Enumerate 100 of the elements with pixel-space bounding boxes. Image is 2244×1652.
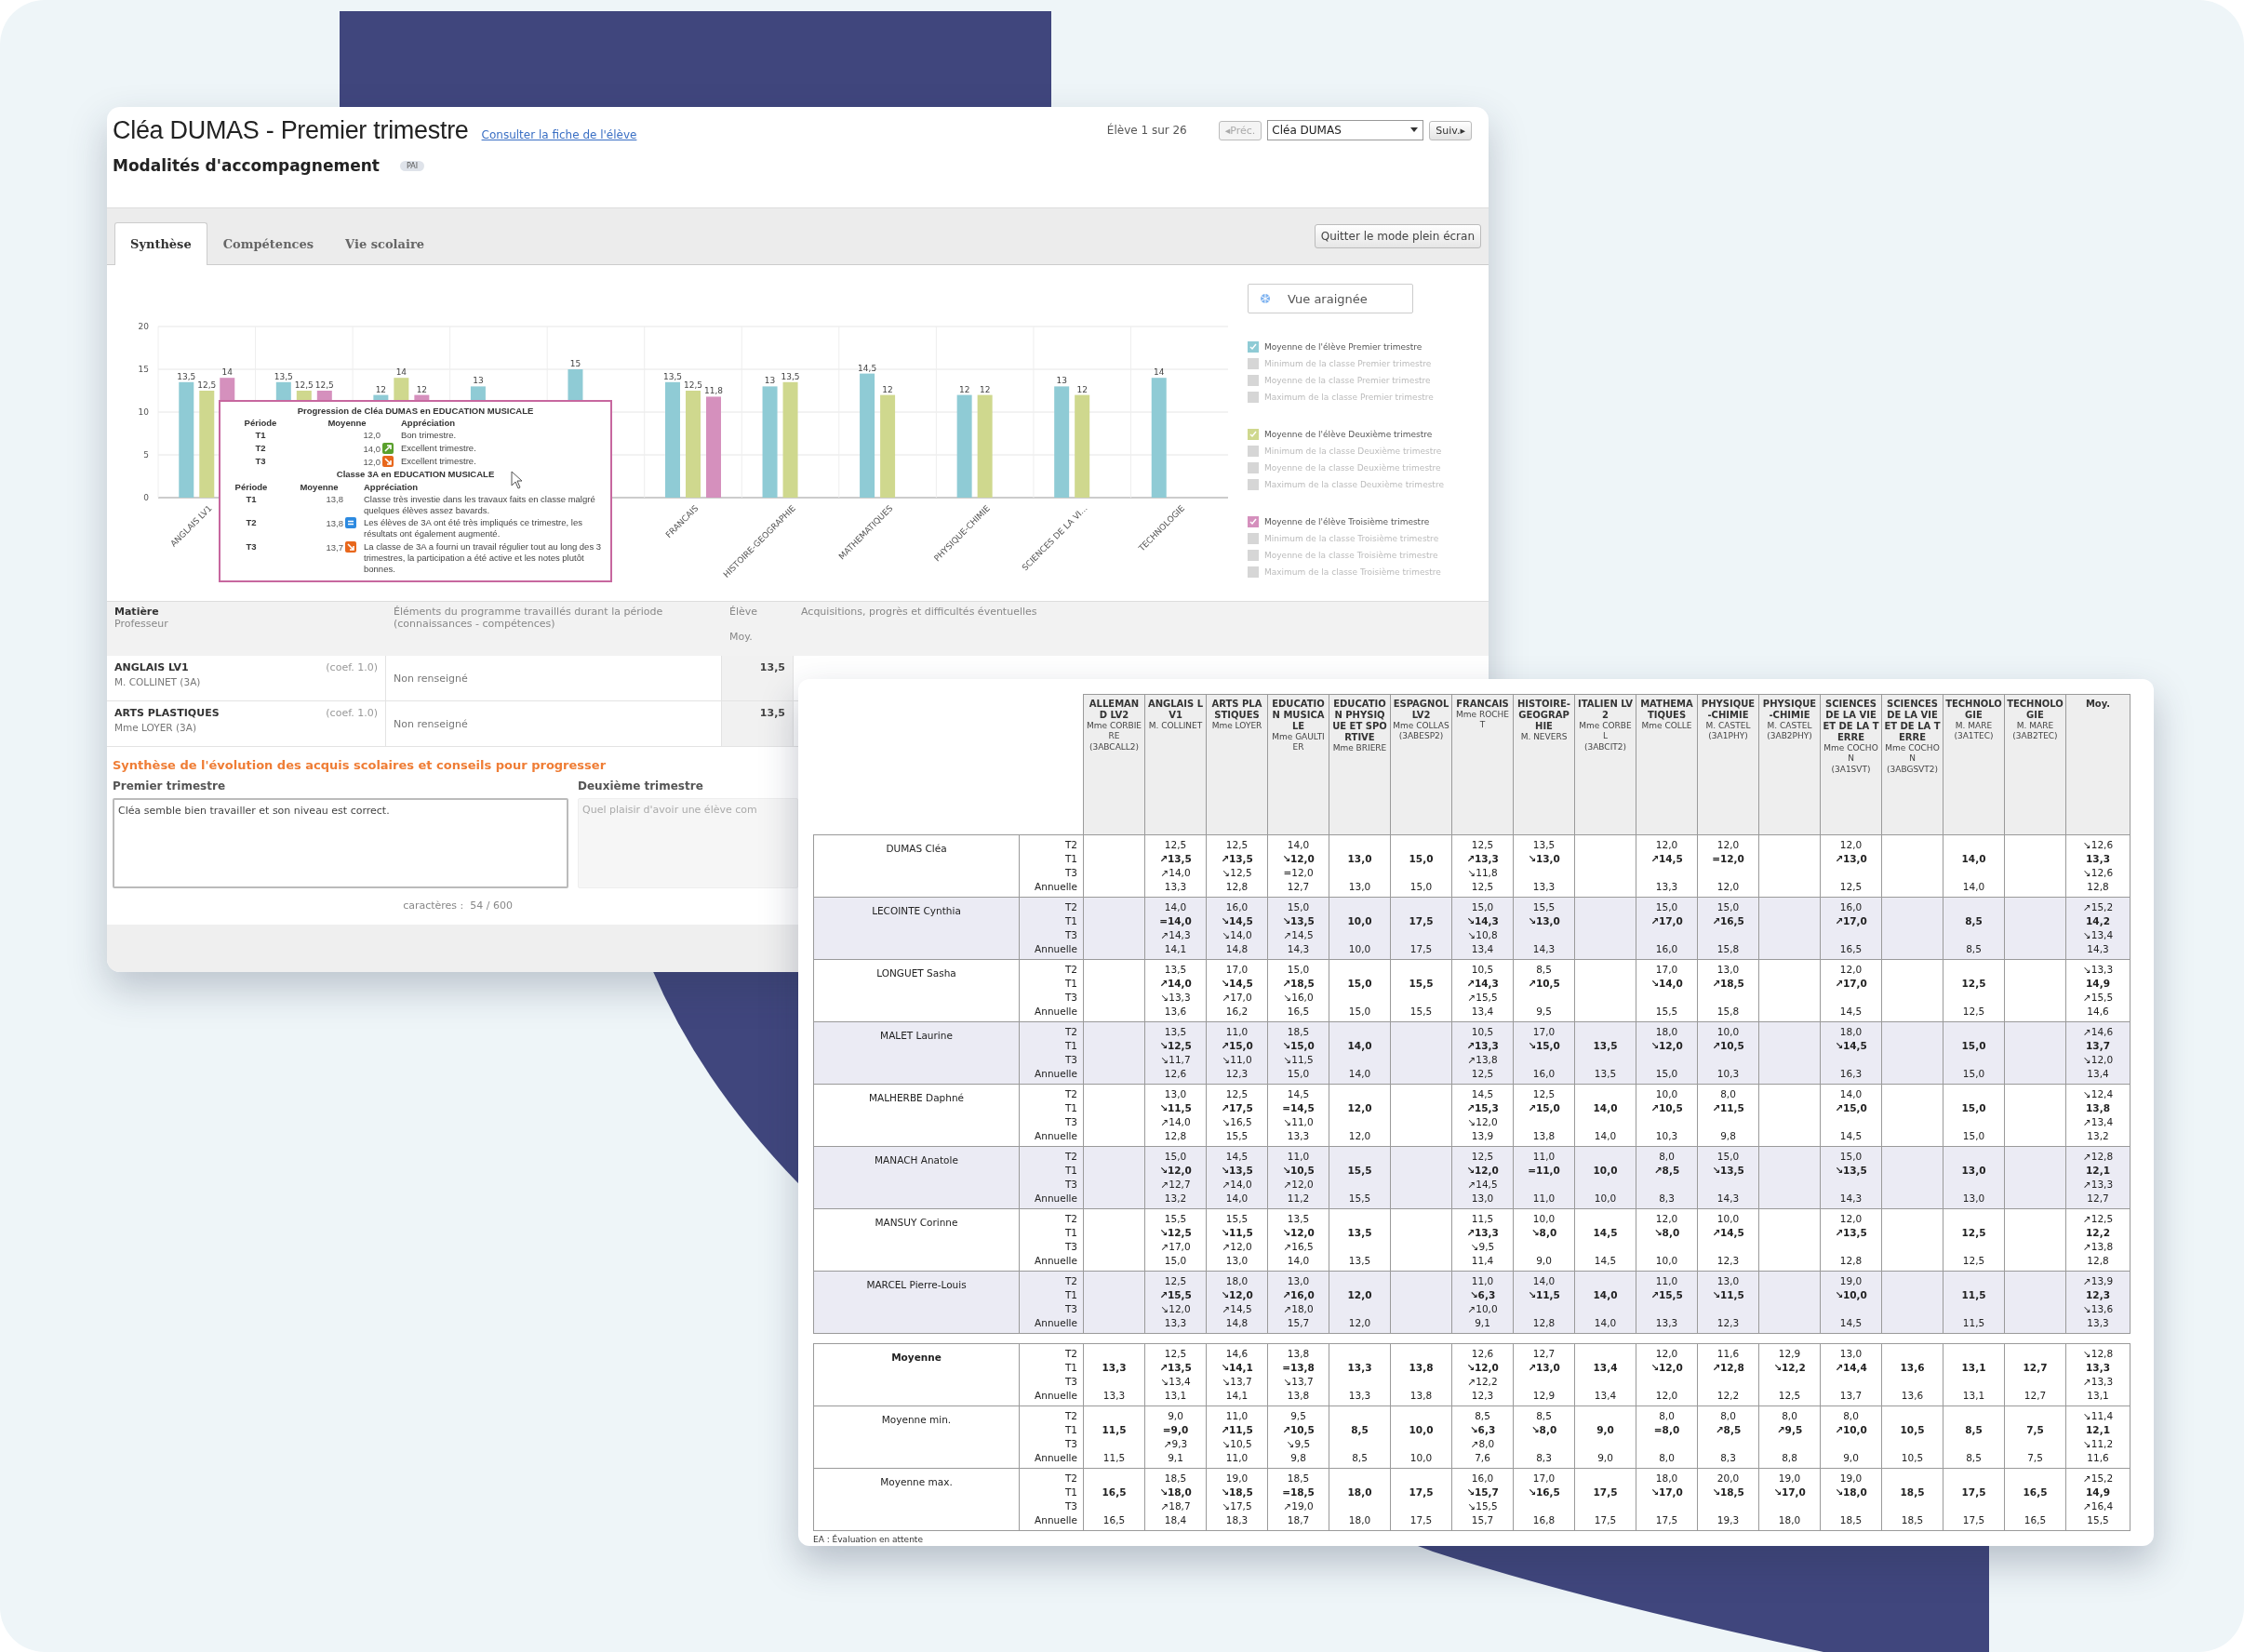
column-header: Élève: [729, 606, 759, 619]
value-label: 12,5: [197, 380, 217, 390]
tab[interactable]: Compétences: [207, 222, 330, 265]
grade-value: ↗12,0: [1283, 1179, 1314, 1190]
grade-value: 18,5: [1901, 1514, 1924, 1525]
grade-value: 13,5: [1593, 1040, 1618, 1051]
legend-checkbox[interactable]: [1248, 341, 1259, 353]
subject-name: ANGLAIS LV1: [114, 661, 189, 673]
grade-value: 14,9: [2086, 978, 2110, 989]
grade-value: ↘12,0: [1282, 853, 1315, 864]
grade-value: 12,8: [2087, 1255, 2109, 1266]
student-name: DUMAS Cléa: [886, 843, 947, 854]
grade-value: 14,0: [1164, 901, 1187, 913]
footnote: EA : Évaluation en attente: [813, 1535, 924, 1544]
grade-value: 12,3: [2086, 1289, 2110, 1300]
grade-value: 18,0: [1225, 1275, 1249, 1286]
grade-value: 19,0: [1839, 1275, 1863, 1286]
grade-value: ↗10,0: [1467, 1303, 1498, 1314]
grade-value: 13,6: [1164, 1006, 1187, 1017]
grade-value: 18,0: [1655, 1472, 1678, 1484]
grade-value: 15,0: [1962, 1068, 1985, 1079]
period-label: T1: [1064, 853, 1077, 864]
legend-checkbox[interactable]: [1248, 429, 1259, 440]
legend-checkbox[interactable]: [1248, 358, 1259, 369]
legend-label: Maximum de la classe Troisième trimestre: [1264, 567, 1441, 577]
subject-header: HISTOIRE-GEOGRAPHIE: [1516, 699, 1571, 732]
teacher-name: Mme GAULTIER: [1271, 732, 1326, 753]
period-label: T3: [1064, 867, 1077, 878]
grade-value: 12,8: [2087, 881, 2109, 892]
grade-value: 12,0: [1655, 839, 1678, 850]
grade-value: 19,0: [1839, 1472, 1863, 1484]
grade-value: ↘18,5: [1712, 1486, 1744, 1498]
grade-value: =18,5: [1282, 1486, 1315, 1498]
grade-value: 15,5: [1655, 1006, 1678, 1017]
grade-value: 12,5: [1532, 1088, 1556, 1099]
period-label: Annuelle: [1035, 1192, 1077, 1204]
grade-value: 13,5: [1348, 1255, 1371, 1266]
grade-value: ↘9,5: [1286, 1438, 1311, 1449]
legend-checkbox[interactable]: [1248, 479, 1259, 490]
grade-value: 13,3: [1655, 1317, 1678, 1328]
legend-checkbox[interactable]: [1248, 566, 1259, 578]
grade-value: 15,5: [1532, 901, 1556, 913]
legend-checkbox[interactable]: [1248, 462, 1259, 473]
grade-value: 10,3: [1655, 1130, 1678, 1141]
subject-name: ARTS PLASTIQUES: [114, 707, 220, 719]
grade-value: 8,8: [1782, 1452, 1797, 1463]
student-profile-link[interactable]: Consulter la fiche de l'élève: [481, 128, 637, 141]
grade-value: ↘6,3: [1469, 1289, 1496, 1300]
grade-value: ↘12,6: [2082, 867, 2114, 878]
grade-value: 12,0: [1716, 881, 1740, 892]
teacher-name: M. CASTEL: [1704, 721, 1752, 732]
legend-checkbox[interactable]: [1248, 446, 1259, 457]
subject-header: EDUCATION PHYSIQUE ET SPORTIVE: [1331, 699, 1388, 743]
comment-field[interactable]: Cléa semble bien travailler et son niveau est correct.: [113, 798, 568, 888]
grade-value: 11,0: [1225, 1410, 1249, 1421]
grade-value: 12,5: [1164, 1348, 1187, 1359]
grade-value: 8,0: [1659, 1410, 1675, 1421]
grade-value: 9,8: [1720, 1130, 1736, 1141]
grade-value: 15,5: [1164, 1213, 1187, 1224]
student-select[interactable]: Cléa DUMAS: [1267, 120, 1424, 140]
grade-value: ↘12,6: [2082, 839, 2114, 850]
grade-value: 10,0: [1716, 1213, 1740, 1224]
grade-value: 10,0: [1347, 915, 1372, 926]
spider-view-button[interactable]: Vue araignée: [1248, 284, 1413, 313]
legend-checkbox[interactable]: [1248, 550, 1259, 561]
grade-value: ↘13,5: [1221, 1165, 1253, 1176]
grade-value: 13,8: [1532, 1130, 1556, 1141]
period-label: T1: [1064, 915, 1077, 926]
grade-value: 14,5: [1594, 1255, 1617, 1266]
tab[interactable]: Vie scolaire: [329, 222, 440, 265]
grade-value: ↘14,1: [1221, 1362, 1253, 1373]
teacher-name: Mme COCHON: [1823, 743, 1879, 765]
grade-value: ↗13,8: [2082, 1241, 2114, 1252]
subject-header: TECHNOLOGIE: [2007, 699, 2064, 721]
legend-checkbox[interactable]: [1248, 516, 1259, 527]
program-text: Non renseigné: [394, 672, 469, 685]
grade-value: 13,4: [1594, 1390, 1617, 1401]
tab[interactable]: Synthèse: [114, 222, 207, 265]
exit-fullscreen-button[interactable]: Quitter le mode plein écran: [1314, 224, 1481, 248]
grade-value: 13,5: [1532, 839, 1556, 850]
grade-value: ↗14,0: [1160, 867, 1191, 878]
next-button[interactable]: Suiv.▸: [1429, 120, 1472, 140]
subject-header: ANGLAIS LV1: [1147, 699, 1204, 721]
grade-value: 17,0: [1655, 964, 1678, 975]
legend-checkbox[interactable]: [1248, 375, 1259, 386]
legend-checkbox[interactable]: [1248, 533, 1259, 544]
grade-value: ↗17,0: [1835, 978, 1867, 989]
grade-value: 10,0: [1716, 1026, 1740, 1037]
legend-label: Moyenne de l'élève Troisième trimestre: [1264, 517, 1430, 526]
grade-value: 12,5: [1471, 881, 1494, 892]
legend-checkbox[interactable]: [1248, 392, 1259, 403]
legend-label: Minimum de la classe Deuxième trimestre: [1264, 446, 1442, 456]
student-name: Moyenne: [891, 1352, 942, 1363]
group-name: (3AB2PHY): [1766, 731, 1813, 742]
period-label: T2: [1064, 1213, 1077, 1224]
grade-value: ↗15,3: [1466, 1102, 1499, 1113]
grade-value: 13,5: [1594, 1068, 1617, 1079]
period-label: T3: [1064, 1241, 1077, 1252]
grade-value: 12,5: [1961, 978, 1986, 989]
grade-value: 20,0: [1716, 1472, 1740, 1484]
